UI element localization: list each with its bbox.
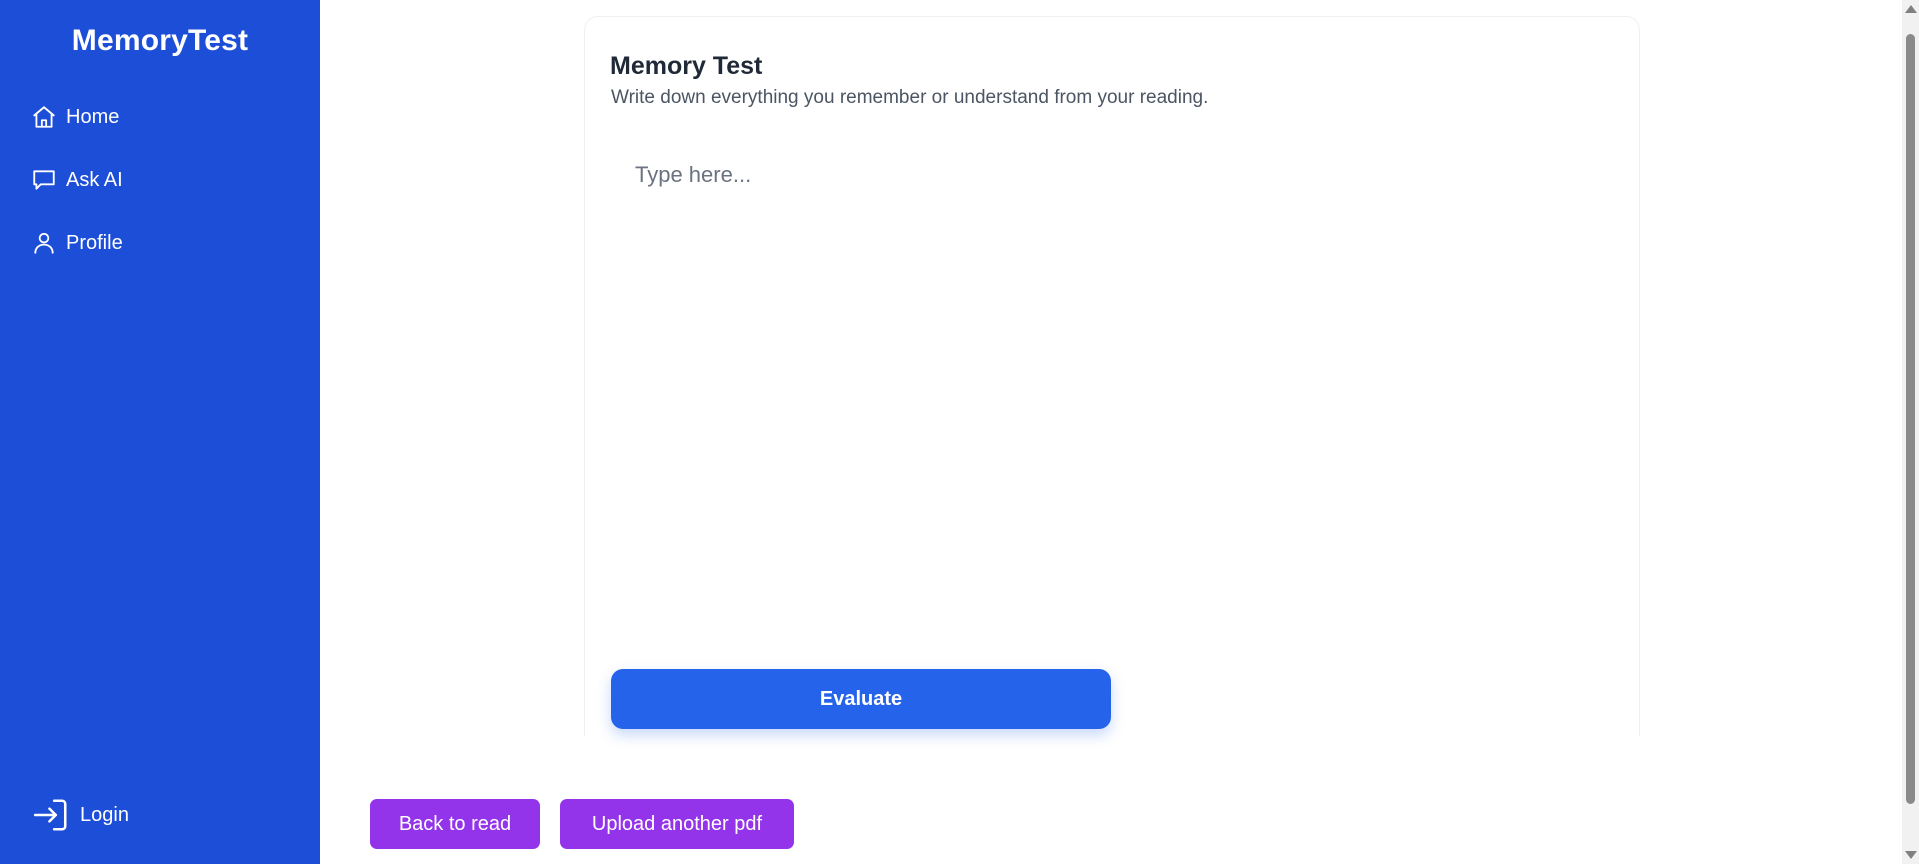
evaluate-button[interactable]: Evaluate xyxy=(611,669,1111,729)
page-title: Memory Test xyxy=(610,52,763,80)
brand-title: MemoryTest xyxy=(71,24,249,57)
scroll-up-arrow-icon[interactable] xyxy=(1905,5,1917,13)
memory-text-input[interactable] xyxy=(611,150,1621,630)
back-to-read-button[interactable]: Back to read xyxy=(370,799,540,849)
page-subtitle: Write down everything you remember or un… xyxy=(611,87,1209,108)
sidebar-item-home[interactable]: Home xyxy=(30,99,119,135)
scrollbar-thumb[interactable] xyxy=(1906,34,1915,804)
upload-another-pdf-button[interactable]: Upload another pdf xyxy=(560,799,794,849)
user-icon xyxy=(30,229,58,257)
sidebar: MemoryTest Home Ask AI Profile Login xyxy=(0,0,320,864)
sidebar-item-login[interactable]: Login xyxy=(30,797,129,833)
sidebar-item-label: Profile xyxy=(66,231,123,254)
home-icon xyxy=(30,103,58,131)
scroll-down-arrow-icon[interactable] xyxy=(1905,851,1917,859)
sidebar-item-label: Home xyxy=(66,105,120,128)
sidebar-item-ask-ai[interactable]: Ask AI xyxy=(30,162,123,198)
chat-icon xyxy=(30,166,58,194)
sidebar-item-label: Login xyxy=(80,803,129,826)
login-icon xyxy=(30,795,72,835)
sidebar-item-label: Ask AI xyxy=(66,168,123,191)
vertical-scrollbar[interactable] xyxy=(1902,0,1919,864)
sidebar-item-profile[interactable]: Profile xyxy=(30,225,123,261)
